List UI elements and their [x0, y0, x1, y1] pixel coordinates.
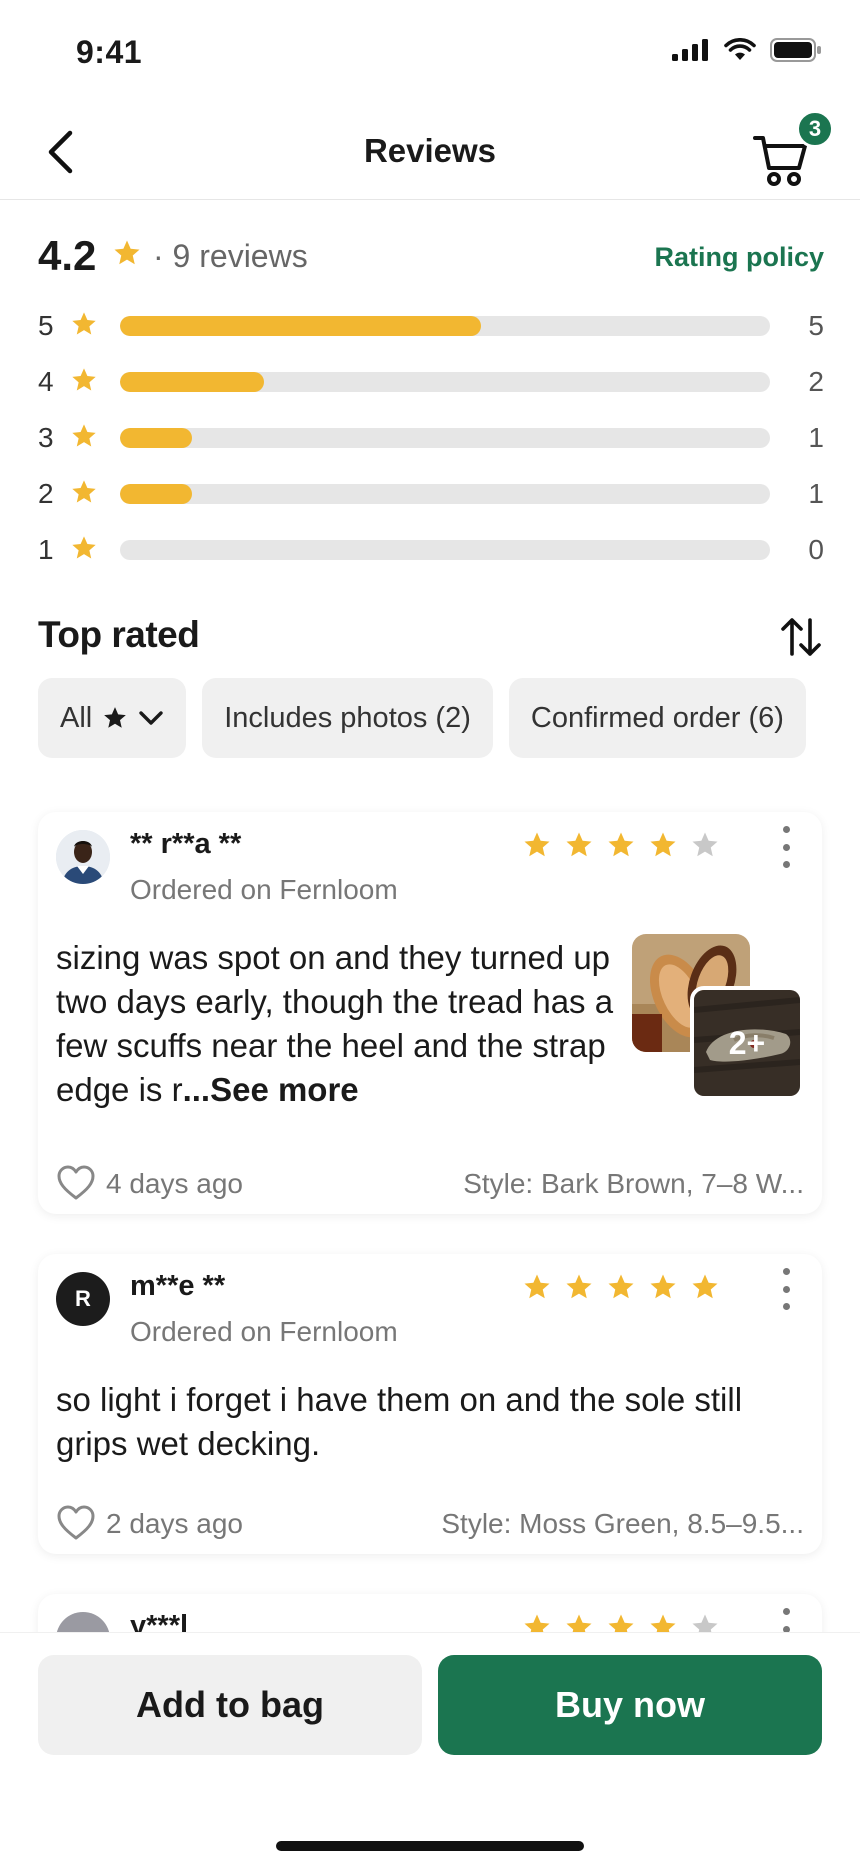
star-filled-icon [608, 1274, 634, 1299]
distribution-count: 1 [808, 422, 824, 453]
wifi-icon [724, 38, 756, 60]
distribution-row: 2 1 [38, 472, 824, 528]
star-level: 3 [38, 422, 54, 453]
star-filled-icon [608, 832, 634, 857]
review-date: 4 days ago [106, 1168, 243, 1199]
distribution-row: 1 0 [38, 528, 824, 584]
avatar: R [56, 1272, 110, 1326]
filter-includes-photos[interactable]: Includes photos (2) [202, 678, 493, 758]
home-indicator [276, 1841, 584, 1851]
star-filled-icon [650, 832, 676, 857]
star-filled-icon [566, 832, 592, 857]
star-level: 2 [38, 478, 54, 509]
star-empty-icon [692, 832, 718, 857]
buy-now-button[interactable]: Buy now [438, 1655, 822, 1755]
distribution-bar [120, 540, 770, 560]
see-more-link[interactable]: ...See more [183, 1071, 359, 1108]
review-style: Style: Bark Brown, 7–8 W... [463, 1168, 804, 1199]
battery-icon [770, 38, 821, 62]
ordered-on: Ordered on Fernloom [130, 874, 398, 905]
star-icon [72, 536, 96, 559]
chevron-down-icon [139, 711, 163, 725]
sort-button[interactable] [778, 614, 824, 660]
distribution-bar [120, 372, 770, 392]
distribution-bar [120, 484, 770, 504]
more-photos-count: 2+ [694, 990, 800, 1096]
avatar [56, 830, 110, 884]
distribution-row: 5 5 [38, 304, 824, 360]
reviewer-name: m**e ** [130, 1270, 226, 1302]
sort-header: Top rated [38, 614, 824, 664]
star-filled-icon [524, 1274, 550, 1299]
nav-bar: Reviews 3 [0, 100, 860, 200]
star-level: 5 [38, 310, 54, 341]
sort-title: Top rated [38, 614, 200, 655]
status-time: 9:41 [76, 34, 143, 70]
filter-confirmed-order[interactable]: Confirmed order (6) [508, 678, 806, 758]
page-title: Reviews [363, 132, 497, 169]
filter-all-label: All [60, 701, 93, 734]
review-stars [522, 830, 720, 860]
distribution-count: 0 [808, 534, 824, 565]
rating-summary: 4.2 · 9 reviews Rating policy [38, 230, 824, 280]
review-count: · 9 reviews [153, 238, 308, 274]
review-stars [522, 1272, 720, 1302]
star-level: 4 [38, 366, 54, 397]
review-footer: 2 days ago Style: Moss Green, 8.5–9.5... [56, 1504, 804, 1544]
star-filled-icon [524, 832, 550, 857]
distribution-bar [120, 316, 770, 336]
review-card: R m**e ** Ordered on Fernloom so light i… [38, 1254, 822, 1554]
heart-icon[interactable] [56, 1164, 96, 1204]
distribution-row: 3 1 [38, 416, 824, 472]
bottom-action-bar: Add to bag Buy now [0, 1632, 860, 1864]
more-options-button[interactable] [776, 1268, 796, 1310]
star-icon [72, 312, 96, 335]
rating-distribution: 5 5 4 2 3 1 2 1 1 0 [38, 304, 824, 584]
distribution-count: 2 [808, 366, 824, 397]
ordered-on: Ordered on Fernloom [130, 1316, 398, 1347]
star-icon [72, 368, 96, 391]
distribution-count: 5 [808, 310, 824, 341]
rating-policy-link[interactable]: Rating policy [654, 242, 824, 273]
distribution-row: 4 2 [38, 360, 824, 416]
distribution-fill [120, 316, 482, 336]
star-filled-icon [650, 1274, 676, 1299]
star-icon [72, 424, 96, 447]
star-icon [114, 240, 140, 265]
review-style: Style: Moss Green, 8.5–9.5... [441, 1508, 804, 1539]
review-footer: 4 days ago Style: Bark Brown, 7–8 W... [56, 1164, 804, 1204]
distribution-count: 1 [808, 478, 824, 509]
distribution-fill [120, 428, 193, 448]
star-filled-icon [692, 1274, 718, 1299]
filter-all-stars[interactable]: All [38, 678, 187, 758]
user-photo-icon [56, 830, 110, 884]
review-photo-more[interactable]: 2+ [690, 986, 804, 1100]
distribution-fill [120, 372, 265, 392]
star-icon [72, 480, 96, 503]
reviewer-name: ** r**a ** [130, 828, 242, 860]
star-icon [104, 707, 127, 728]
distribution-fill [120, 484, 193, 504]
status-icons [672, 38, 822, 62]
sort-arrows-icon [781, 618, 821, 656]
filter-chips: All Includes photos (2) Confirmed order … [38, 678, 860, 758]
review-date: 2 days ago [106, 1508, 243, 1539]
status-bar: 9:41 [0, 0, 860, 100]
star-level: 1 [38, 534, 54, 565]
review-card: ** r**a ** Ordered on Fernloom sizing wa… [38, 812, 822, 1214]
more-options-button[interactable] [776, 826, 796, 868]
average-score: 4.2 [38, 232, 97, 279]
distribution-bar [120, 428, 770, 448]
cellular-signal-icon [672, 39, 708, 61]
heart-icon[interactable] [56, 1504, 96, 1544]
cart-button[interactable]: 3 [746, 110, 836, 190]
review-text: so light i forget i have them on and the… [56, 1381, 743, 1462]
add-to-bag-button[interactable]: Add to bag [38, 1655, 422, 1755]
cart-count-badge: 3 [796, 110, 834, 148]
review-text: sizing was spot on and they turned up tw… [56, 936, 616, 1112]
star-filled-icon [566, 1274, 592, 1299]
